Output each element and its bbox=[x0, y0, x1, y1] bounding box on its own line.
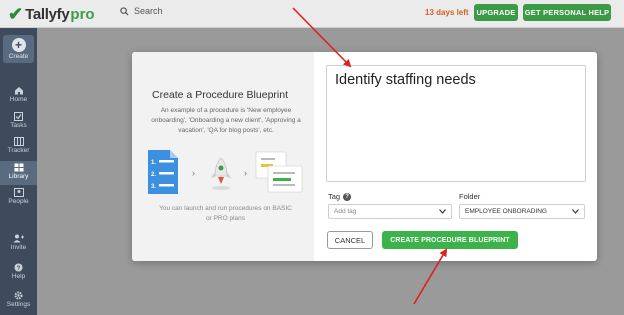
sidebar-item-label: Tracker bbox=[7, 147, 30, 154]
cancel-button[interactable]: CANCEL bbox=[327, 231, 373, 249]
tallyfy-logo[interactable]: ✔ Tallyfy pro bbox=[8, 3, 95, 25]
modal-info-panel: Create a Procedure Blueprint An example … bbox=[132, 52, 314, 261]
tag-label-row: Tag ? bbox=[328, 192, 352, 201]
tag-help-icon[interactable]: ? bbox=[343, 192, 352, 201]
sidebar-item-label: Home bbox=[9, 96, 28, 103]
sidebar-item-label: Invite bbox=[10, 244, 27, 251]
sidebar-item-tracker[interactable]: Tracker bbox=[0, 137, 37, 159]
plus-icon: + bbox=[11, 38, 26, 52]
folder-label: Folder bbox=[459, 192, 481, 201]
folder-value: EMPLOYEE ONBORADING bbox=[465, 208, 547, 215]
tasks-icon bbox=[14, 112, 23, 121]
create-button[interactable]: + Create bbox=[3, 35, 34, 63]
sidebar-item-label: Tasks bbox=[10, 122, 27, 129]
search-label: Search bbox=[134, 6, 163, 16]
svg-text:2.: 2. bbox=[151, 172, 156, 178]
check-logo-icon: ✔ bbox=[8, 3, 24, 24]
sidebar-item-label: Help bbox=[11, 273, 26, 280]
sidebar-item-people[interactable]: People bbox=[0, 188, 37, 210]
top-bar: ✔ Tallyfy pro Search 13 days left UPGRAD… bbox=[0, 0, 624, 28]
plan-note: You can launch and run procedures on BAS… bbox=[159, 205, 292, 222]
invite-icon bbox=[13, 234, 24, 243]
library-icon bbox=[14, 163, 23, 172]
upgrade-button[interactable]: UPGRADE bbox=[474, 4, 518, 21]
blueprint-title-input[interactable]: Identify staffing needs bbox=[326, 65, 586, 182]
create-label: Create bbox=[8, 53, 29, 60]
svg-text:3.: 3. bbox=[151, 184, 156, 190]
sidebar-item-help[interactable]: ? Help bbox=[0, 263, 37, 285]
svg-text:?: ? bbox=[17, 266, 21, 272]
svg-text:1.: 1. bbox=[151, 160, 156, 166]
rocket-icon bbox=[211, 157, 231, 190]
search-icon bbox=[120, 6, 129, 16]
sidebar-item-label: People bbox=[8, 198, 29, 205]
people-icon bbox=[13, 188, 24, 197]
procedure-illustration: 1. 2. 3. › › bbox=[148, 150, 303, 194]
modal-description: An example of a procedure is 'New employ… bbox=[151, 107, 301, 134]
sidebar-item-label: Settings bbox=[6, 301, 31, 308]
document-list-icon: 1. 2. 3. bbox=[148, 150, 178, 194]
folder-label-row: Folder bbox=[459, 192, 480, 201]
chevron-down-icon bbox=[439, 209, 446, 214]
sidebar-item-settings[interactable]: Settings bbox=[0, 291, 37, 313]
create-blueprint-modal: Create a Procedure Blueprint An example … bbox=[132, 52, 597, 261]
tag-select[interactable]: Add tag bbox=[328, 204, 452, 219]
checklist-cards-icon bbox=[255, 151, 303, 193]
sidebar-item-library[interactable]: Library bbox=[0, 161, 37, 185]
sidebar-item-label: Library bbox=[8, 173, 29, 180]
chevron-right-icon-2: › bbox=[244, 168, 247, 178]
help-icon: ? bbox=[14, 263, 23, 272]
sidebar-item-home[interactable]: Home bbox=[0, 86, 37, 108]
sidebar: + Create Home Tasks Tracker Library Peop… bbox=[0, 28, 37, 315]
search-box[interactable]: Search bbox=[120, 6, 163, 16]
sidebar-item-tasks[interactable]: Tasks bbox=[0, 112, 37, 134]
create-procedure-blueprint-button[interactable]: CREATE PROCEDURE BLUEPRINT bbox=[382, 231, 518, 249]
sidebar-item-invite[interactable]: Invite bbox=[0, 234, 37, 256]
brand-suffix: pro bbox=[70, 5, 95, 23]
chevron-right-icon: › bbox=[192, 168, 195, 178]
brand-name: Tallyfy bbox=[25, 5, 70, 23]
chevron-down-icon bbox=[572, 209, 579, 214]
home-icon bbox=[14, 87, 23, 95]
modal-heading: Create a Procedure Blueprint bbox=[152, 89, 288, 101]
tag-placeholder: Add tag bbox=[334, 208, 357, 215]
tag-label: Tag bbox=[328, 192, 341, 201]
tracker-icon bbox=[13, 137, 24, 146]
trial-days-left: 13 days left bbox=[425, 8, 469, 17]
folder-select[interactable]: EMPLOYEE ONBORADING bbox=[459, 204, 585, 219]
settings-icon bbox=[14, 291, 23, 300]
get-personal-help-button[interactable]: GET PERSONAL HELP bbox=[523, 4, 611, 21]
